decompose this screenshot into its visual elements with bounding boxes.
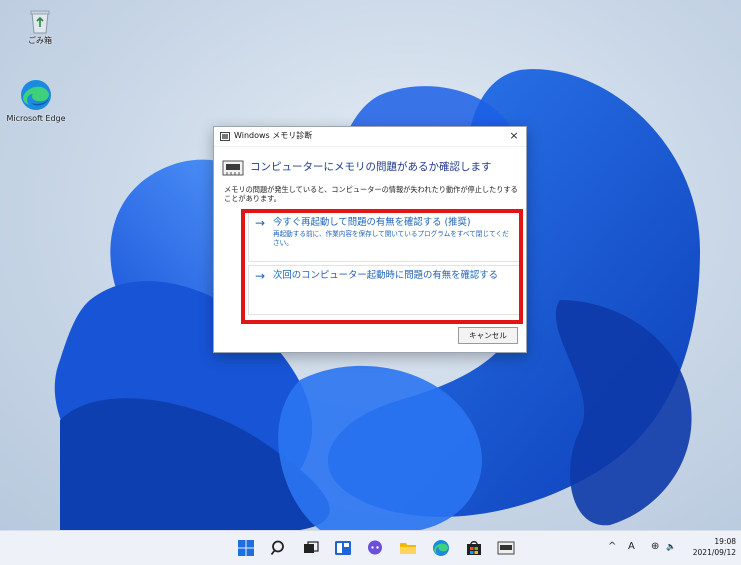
search-icon[interactable]: [270, 539, 288, 557]
clock-date: 2021/09/12: [692, 548, 736, 557]
volume-icon[interactable]: 🔈: [666, 542, 676, 551]
dialog-description: メモリの問題が発生していると、コンピューターの情報が失われたり動作が停止したりす…: [224, 185, 518, 203]
memory-chip-icon: [222, 158, 244, 178]
memory-diagnostic-icon[interactable]: [497, 539, 515, 557]
file-explorer-icon[interactable]: [399, 539, 417, 557]
store-icon[interactable]: [465, 539, 483, 557]
option-title: 次回のコンピューター起動時に問題の有無を確認する: [273, 270, 499, 281]
clock[interactable]: 19:08 2021/09/12: [693, 536, 736, 558]
ime-indicator[interactable]: A: [628, 541, 635, 552]
close-button[interactable]: ×: [506, 128, 522, 144]
edge-icon: [19, 78, 53, 112]
widgets-icon[interactable]: [334, 539, 352, 557]
taskbar: ^ A ⊕ 🔈 19:08 2021/09/12: [0, 530, 741, 565]
restart-now-option[interactable]: → 今すぐ再起動して問題の有無を確認する (推奨) 再起動する前に、作業内容を保…: [248, 212, 522, 262]
clock-time: 19:08: [714, 537, 736, 546]
dialog-header: コンピューターにメモリの問題があるか確認します: [250, 161, 492, 173]
arrow-right-icon: →: [255, 269, 266, 283]
option-title: 今すぐ再起動して問題の有無を確認する (推奨): [273, 217, 471, 228]
memory-diagnostic-icon: [220, 132, 230, 141]
network-icon[interactable]: ⊕: [651, 541, 659, 552]
option-subtitle: 再起動する前に、作業内容を保存して開いているプログラムをすべて閉じてください。: [273, 230, 509, 247]
options-list: → 今すぐ再起動して問題の有無を確認する (推奨) 再起動する前に、作業内容を保…: [248, 212, 522, 318]
dialog-titlebar[interactable]: Windows メモリ診断 ×: [214, 127, 526, 147]
recycle-bin-label: ごみ箱: [28, 36, 52, 45]
edge-label: Microsoft Edge: [6, 114, 66, 123]
chevron-up-icon[interactable]: ^: [608, 541, 616, 552]
edge-desktop-icon[interactable]: Microsoft Edge: [4, 78, 68, 124]
edge-icon[interactable]: [432, 539, 450, 557]
check-next-startup-option[interactable]: → 次回のコンピューター起動時に問題の有無を確認する: [248, 265, 522, 315]
memory-diagnostic-dialog: Windows メモリ診断 × コンピューターにメモリの問題があるか確認します …: [213, 126, 527, 353]
dialog-title: Windows メモリ診断: [234, 131, 313, 140]
cancel-button[interactable]: キャンセル: [458, 327, 518, 344]
start-icon[interactable]: [237, 539, 255, 557]
arrow-right-icon: →: [255, 216, 266, 230]
recycle-bin-icon: [29, 8, 51, 34]
task-view-icon[interactable]: [302, 539, 320, 557]
recycle-bin-desktop-icon[interactable]: ごみ箱: [8, 8, 72, 46]
chat-icon[interactable]: [366, 539, 384, 557]
